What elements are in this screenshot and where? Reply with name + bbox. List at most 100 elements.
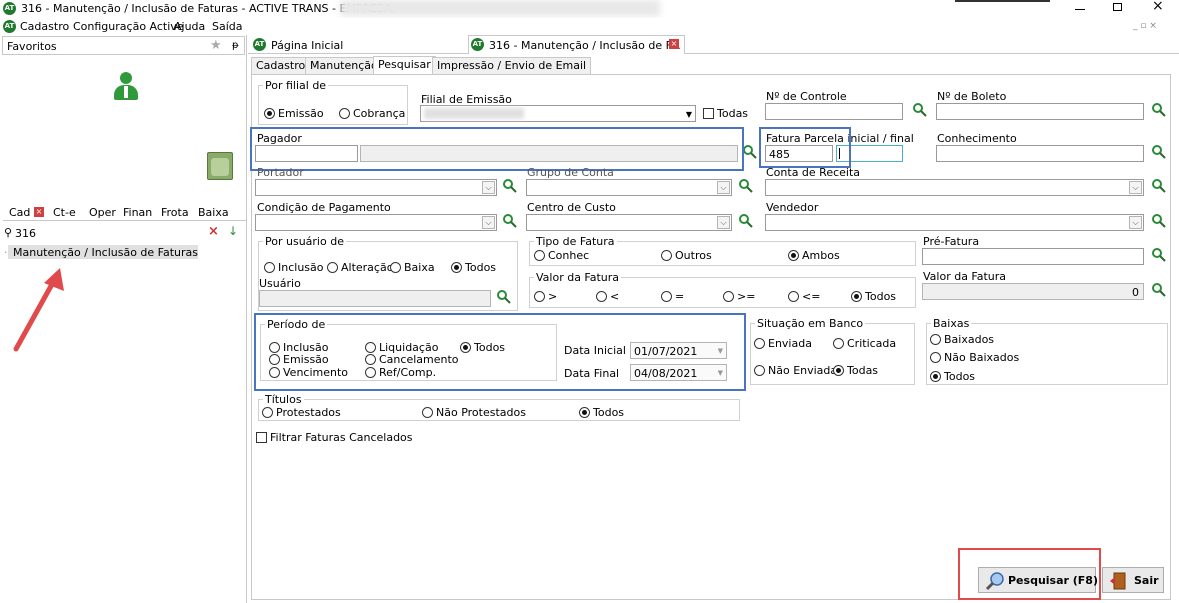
search-lookup-icon[interactable] bbox=[1150, 212, 1168, 230]
pre-fatura-input[interactable] bbox=[922, 248, 1144, 265]
todas-checkbox[interactable]: Todas bbox=[703, 107, 748, 120]
left-tab-cad[interactable]: Cad bbox=[9, 206, 30, 219]
search-lookup-icon[interactable] bbox=[1150, 143, 1168, 161]
close-tab-icon[interactable]: × bbox=[34, 207, 44, 217]
portador-label: Portador bbox=[257, 166, 304, 179]
radio-protestados[interactable]: Protestados bbox=[262, 406, 341, 419]
doc-tab-strip: AT Página Inicial AT 316 - Manutenção / … bbox=[248, 35, 1179, 54]
highlight-periodo bbox=[254, 313, 746, 391]
tab-pesquisar[interactable]: Pesquisar bbox=[373, 56, 436, 74]
minimize-icon[interactable] bbox=[1075, 9, 1085, 10]
search-lookup-icon[interactable] bbox=[495, 288, 513, 306]
close-icon[interactable]: × bbox=[1152, 0, 1164, 13]
search-lookup-icon[interactable] bbox=[737, 212, 755, 230]
star-icon[interactable]: ★ bbox=[210, 39, 222, 52]
left-tab-oper[interactable]: Oper bbox=[89, 206, 116, 219]
recycle-bin-icon[interactable] bbox=[207, 152, 233, 180]
radio-outros[interactable]: Outros bbox=[661, 249, 712, 262]
clear-search-icon[interactable]: × bbox=[208, 225, 219, 238]
usuario-label: Usuário bbox=[259, 277, 301, 290]
filtrar-canceladas-checkbox[interactable]: Filtrar Faturas Cancelados bbox=[256, 431, 413, 444]
left-tab-baixa[interactable]: Baixa bbox=[198, 206, 229, 219]
search-lookup-icon[interactable] bbox=[737, 177, 755, 195]
radio-todos-usuario[interactable]: Todos bbox=[451, 261, 496, 274]
menu-saida[interactable]: Saída bbox=[212, 20, 243, 33]
grupo-conta-select[interactable]: ⌵ bbox=[526, 179, 732, 196]
restore-icon[interactable] bbox=[1113, 3, 1122, 11]
left-tab-cte[interactable]: Ct-e bbox=[53, 206, 76, 219]
vendedor-select[interactable]: ⌵ bbox=[765, 214, 1144, 231]
close-tab-icon[interactable]: × bbox=[669, 39, 679, 49]
search-lookup-icon[interactable] bbox=[911, 101, 929, 119]
tab-manutencao-sub[interactable]: Manutenção bbox=[305, 57, 383, 74]
radio-cobranca[interactable]: Cobrança bbox=[339, 107, 405, 120]
radio-todos-baixas[interactable]: Todos bbox=[930, 370, 975, 383]
pin-icon[interactable]: ᵽ bbox=[232, 39, 239, 52]
radio-menor-igual[interactable]: <= bbox=[788, 290, 820, 303]
portador-select[interactable]: ⌵ bbox=[255, 179, 497, 196]
search-lookup-icon[interactable] bbox=[1150, 246, 1168, 264]
sair-button[interactable]: Sair bbox=[1102, 567, 1164, 593]
cond-pagamento-select[interactable]: ⌵ bbox=[255, 214, 497, 231]
radio-maior[interactable]: > bbox=[534, 290, 557, 303]
group-legend: Títulos bbox=[263, 393, 304, 406]
highlight-pesquisar bbox=[958, 548, 1101, 600]
radio-alteracao[interactable]: Alteração bbox=[327, 261, 393, 274]
app-menu-icon[interactable]: AT bbox=[3, 20, 16, 33]
radio-baixados[interactable]: Baixados bbox=[930, 333, 994, 346]
radio-todos-valor[interactable]: Todos bbox=[851, 290, 896, 303]
radio-todos-titulos[interactable]: Todos bbox=[579, 406, 624, 419]
chevron-down-icon: ⌵ bbox=[1129, 181, 1142, 194]
search-lookup-icon[interactable] bbox=[1150, 101, 1168, 119]
grupo-conta-label: Grupo de Conta bbox=[527, 166, 614, 179]
tab-impressao[interactable]: Impressão / Envio de Email bbox=[432, 57, 592, 74]
sair-label: Sair bbox=[1134, 574, 1159, 587]
exit-door-icon bbox=[1110, 572, 1126, 590]
left-tab-finan[interactable]: Finan bbox=[123, 206, 152, 219]
cond-pagamento-label: Condição de Pagamento bbox=[257, 201, 391, 214]
usuario-input bbox=[259, 290, 491, 307]
search-lookup-icon[interactable] bbox=[501, 212, 519, 230]
filial-select[interactable]: ▼ bbox=[420, 105, 696, 122]
radio-todas-banco[interactable]: Todas bbox=[833, 364, 878, 377]
tab-pagina-inicial[interactable]: AT Página Inicial bbox=[251, 36, 471, 54]
search-lookup-icon[interactable] bbox=[1150, 281, 1168, 299]
radio-igual[interactable]: = bbox=[661, 290, 684, 303]
tab-cadastro[interactable]: Cadastro bbox=[251, 57, 311, 74]
centro-custo-select[interactable]: ⌵ bbox=[526, 214, 732, 231]
radio-baixa[interactable]: Baixa bbox=[390, 261, 435, 274]
go-arrow-icon[interactable]: ↓ bbox=[228, 225, 238, 238]
menu-cadastro[interactable]: Cadastro bbox=[20, 20, 69, 33]
radio-nao-baixados[interactable]: Não Baixados bbox=[930, 351, 1019, 364]
left-tab-strip: Cad × Ct-e Oper Finan Frota Baixa bbox=[3, 203, 246, 221]
conta-receita-select[interactable]: ⌵ bbox=[765, 179, 1144, 196]
radio-inclusao[interactable]: Inclusão bbox=[264, 261, 324, 274]
radio-ambos[interactable]: Ambos bbox=[788, 249, 840, 262]
mdi-controls[interactable]: _ ▫ × bbox=[1133, 20, 1157, 33]
search-input[interactable]: 316 bbox=[15, 227, 36, 240]
search-lookup-icon[interactable] bbox=[501, 177, 519, 195]
menu-configuracao[interactable]: Configuração Active bbox=[73, 20, 184, 33]
radio-nao-protestados[interactable]: Não Protestados bbox=[422, 406, 526, 419]
group-legend: Valor da Fatura bbox=[534, 271, 622, 284]
radio-menor[interactable]: < bbox=[596, 290, 619, 303]
chevron-down-icon: ▼ bbox=[685, 110, 692, 119]
left-tab-frota[interactable]: Frota bbox=[161, 206, 189, 219]
highlight-fatura bbox=[759, 127, 851, 168]
radio-nao-enviada[interactable]: Não Enviada bbox=[754, 364, 837, 377]
tab-manutencao[interactable]: AT 316 - Manutenção / Inclusão de F... × bbox=[468, 35, 685, 54]
group-legend: Baixas bbox=[931, 317, 972, 330]
group-legend: Tipo de Fatura bbox=[534, 235, 617, 248]
radio-conhec[interactable]: Conhec bbox=[534, 249, 589, 262]
tree-item[interactable]: · Manutenção / Inclusão de Faturas bbox=[4, 245, 198, 259]
baixas-group: Baixas Baixados Não Baixados Todos bbox=[926, 317, 1168, 385]
controle-input[interactable] bbox=[765, 103, 903, 120]
radio-criticada[interactable]: Criticada bbox=[833, 337, 896, 350]
menu-ajuda[interactable]: Ajuda bbox=[174, 20, 205, 33]
radio-enviada[interactable]: Enviada bbox=[754, 337, 812, 350]
boleto-input[interactable] bbox=[936, 103, 1144, 120]
search-lookup-icon[interactable] bbox=[1150, 177, 1168, 195]
radio-emissao[interactable]: Emissão bbox=[264, 107, 324, 120]
radio-maior-igual[interactable]: >= bbox=[723, 290, 755, 303]
conhecimento-input[interactable] bbox=[936, 145, 1144, 162]
